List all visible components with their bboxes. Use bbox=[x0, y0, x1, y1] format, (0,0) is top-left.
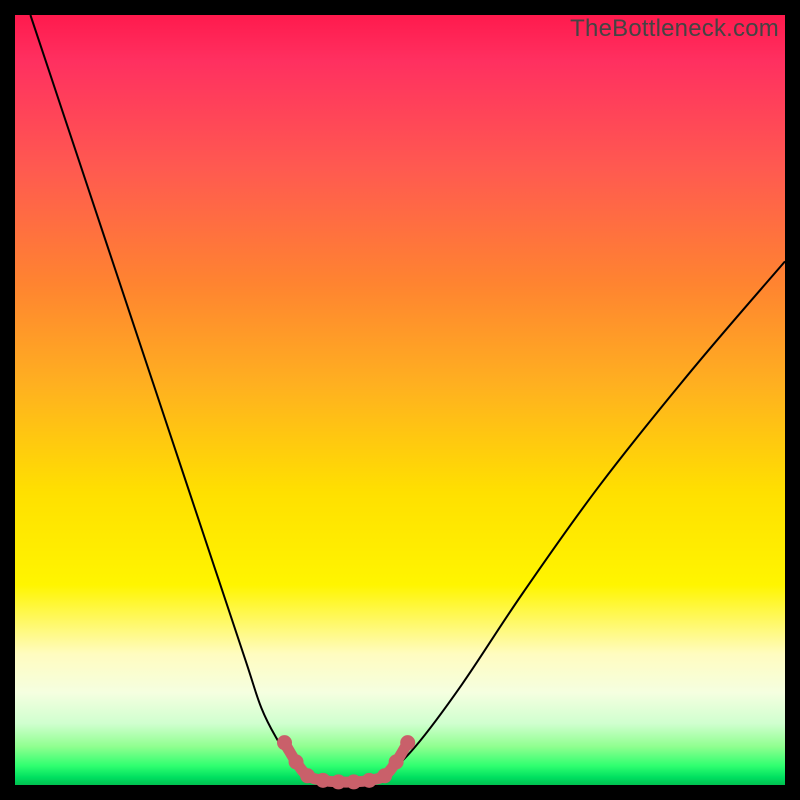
chart-svg bbox=[15, 15, 785, 785]
accent-dot bbox=[289, 754, 304, 769]
accent-dot bbox=[346, 774, 361, 789]
accent-dot bbox=[377, 768, 392, 783]
bottleneck-curve bbox=[30, 15, 785, 782]
accent-dot bbox=[277, 735, 292, 750]
accent-dot bbox=[316, 773, 331, 788]
accent-dot bbox=[400, 735, 415, 750]
accent-dot bbox=[331, 774, 346, 789]
accent-dot bbox=[362, 773, 377, 788]
accent-dot bbox=[300, 768, 315, 783]
accent-dot bbox=[389, 754, 404, 769]
plot-frame: TheBottleneck.com bbox=[15, 15, 785, 785]
